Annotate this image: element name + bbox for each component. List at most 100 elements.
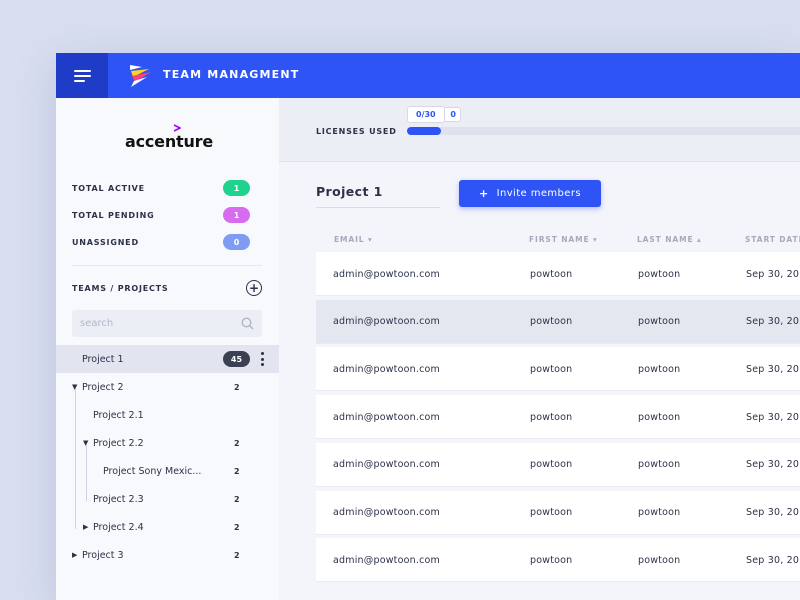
member-count: 2: [234, 550, 240, 560]
stat-label: TOTAL ACTIVE: [72, 183, 145, 193]
plus-icon: +: [479, 187, 489, 200]
table-row[interactable]: admin@powtoon.com powtoon powtoon Sep 30, 2…: [316, 299, 800, 344]
email-cell: admin@powtoon.com: [333, 507, 440, 518]
first-name-cell: powtoon: [530, 316, 573, 328]
sort-down-icon: ▾: [367, 235, 373, 244]
column-header-email[interactable]: EMAIL ▾: [334, 235, 373, 244]
caret-down-icon[interactable]: ▼: [83, 439, 88, 447]
last-name-cell: powtoon: [638, 268, 681, 280]
email-cell: admin@powtoon.com: [333, 411, 440, 423]
caret-down-icon[interactable]: ▼: [72, 383, 77, 391]
hamburger-menu-icon: [73, 69, 91, 82]
column-header-first-name[interactable]: FIRST NAME ▾: [529, 235, 598, 244]
powtoon-logo-icon: [130, 65, 151, 87]
stat-badge: 1: [223, 207, 250, 223]
stat-label: UNASSIGNED: [72, 237, 139, 247]
plus-icon: +: [248, 281, 260, 295]
invite-members-label: Invite members: [496, 188, 581, 199]
app-title: TEAM MANAGMENT: [163, 68, 300, 81]
caret-right-icon[interactable]: ▶: [72, 551, 77, 559]
teams-label: TEAMS / PROJECTS: [72, 283, 169, 293]
menu-button[interactable]: [56, 53, 108, 98]
sort-up-icon: ▴: [697, 235, 702, 244]
project-search: [72, 310, 262, 337]
column-header-last-name[interactable]: LAST NAME ▴: [637, 235, 702, 244]
member-count: 2: [234, 522, 240, 532]
stat-unassigned: UNASSIGNED 0: [72, 233, 250, 251]
search-input[interactable]: [72, 310, 232, 337]
member-count-badge: 45: [223, 351, 250, 367]
table-row[interactable]: admin@powtoon.com powtoon powtoon Sep 30, 2…: [316, 538, 800, 583]
licenses-label: LICENSES USED: [316, 127, 397, 136]
add-project-button[interactable]: +: [246, 280, 262, 296]
last-name-cell: powtoon: [638, 507, 681, 518]
more-options-icon[interactable]: [260, 352, 264, 366]
table-row[interactable]: admin@powtoon.com powtoon powtoon Sep 30, 2…: [316, 347, 800, 392]
member-count: 2: [234, 382, 240, 392]
top-bar: TEAM MANAGMENT: [56, 53, 800, 98]
member-count: 2: [234, 466, 240, 476]
start-date-cell: Sep 30, 2018: [746, 316, 800, 328]
start-date-cell: Sep 30, 2018: [746, 554, 800, 566]
stat-label: TOTAL PENDING: [72, 210, 155, 220]
licenses-tooltip: 0/30: [407, 106, 445, 123]
last-name-cell: powtoon: [638, 411, 681, 423]
email-cell: admin@powtoon.com: [333, 316, 440, 328]
licenses-panel: LICENSES USED 0 0/30: [279, 98, 800, 162]
tree-item-project-2-1[interactable]: Project 2.1: [56, 401, 279, 429]
table-row[interactable]: admin@powtoon.com powtoon powtoon Sep 30, 2…: [316, 490, 800, 535]
tree-item-label: Project Sony Mexic...: [103, 465, 202, 477]
stat-badge: 1: [223, 180, 250, 196]
tree-item-label: Project 3: [82, 549, 124, 561]
teams-header: TEAMS / PROJECTS +: [72, 280, 262, 296]
tree-item-project-2-4[interactable]: ▶ Project 2.4 2: [56, 513, 279, 541]
member-count: 2: [234, 438, 240, 448]
tree-item-label: Project 1: [82, 353, 124, 365]
table-row[interactable]: admin@powtoon.com powtoon powtoon Sep 30, 2…: [316, 395, 800, 440]
tree-item-project-2-3[interactable]: Project 2.3 2: [56, 485, 279, 513]
company-logo: accenture: [125, 132, 213, 151]
sort-down-icon: ▾: [593, 235, 598, 244]
start-date-cell: Sep 30, 2018: [746, 411, 800, 423]
tree-item-project-2-2[interactable]: ▼ Project 2.2 2: [56, 429, 279, 457]
licenses-progress-bar: [407, 127, 800, 135]
email-cell: admin@powtoon.com: [333, 554, 440, 566]
stat-total-active: TOTAL ACTIVE 1: [72, 179, 250, 197]
last-name-cell: powtoon: [638, 363, 681, 375]
tree-item-project-1[interactable]: Project 1 45: [56, 345, 279, 373]
tree-item-label: Project 2.2: [93, 437, 144, 449]
first-name-cell: powtoon: [530, 363, 573, 375]
invite-members-button[interactable]: + Invite members: [459, 180, 601, 207]
tree-item-project-sony-mexico[interactable]: Project Sony Mexic... 2: [56, 457, 279, 485]
search-icon[interactable]: [241, 317, 254, 330]
start-date-cell: Sep 30, 2018: [746, 507, 800, 518]
caret-right-icon[interactable]: ▶: [83, 523, 88, 531]
table-row[interactable]: admin@powtoon.com powtoon powtoon Sep 30, 2…: [316, 252, 800, 296]
tree-item-label: Project 2.1: [93, 409, 144, 421]
table-row[interactable]: admin@powtoon.com powtoon powtoon Sep 30, 2…: [316, 442, 800, 487]
tree-item-project-2[interactable]: ▼ Project 2 2: [56, 373, 279, 401]
email-cell: admin@powtoon.com: [333, 459, 440, 471]
accenture-chevron-icon: [173, 124, 181, 132]
start-date-cell: Sep 30, 2018: [746, 459, 800, 471]
first-name-cell: powtoon: [530, 268, 573, 280]
tree-item-project-3[interactable]: ▶ Project 3 2: [56, 541, 279, 569]
last-name-cell: powtoon: [638, 554, 681, 566]
start-date-cell: Sep 30, 2018: [746, 268, 800, 280]
first-name-cell: powtoon: [530, 411, 573, 423]
last-name-cell: powtoon: [638, 459, 681, 471]
last-name-cell: powtoon: [638, 316, 681, 328]
first-name-cell: powtoon: [530, 507, 573, 518]
project-tree: Project 1 45 ▼ Project 2 2 Project 2.1 ▼…: [56, 345, 279, 569]
first-name-cell: powtoon: [530, 459, 573, 471]
stat-total-pending: TOTAL PENDING 1: [72, 206, 250, 224]
tree-item-label: Project 2.4: [93, 521, 144, 533]
stat-badge: 0: [223, 234, 250, 250]
licenses-progress-fill: [407, 127, 441, 135]
email-cell: admin@powtoon.com: [333, 268, 440, 280]
divider: [72, 265, 262, 266]
email-cell: admin@powtoon.com: [333, 363, 440, 375]
sidebar: accenture TOTAL ACTIVE 1 TOTAL PENDING 1…: [56, 98, 279, 600]
first-name-cell: powtoon: [530, 554, 573, 566]
column-header-start-date[interactable]: START DATE: [745, 235, 800, 244]
